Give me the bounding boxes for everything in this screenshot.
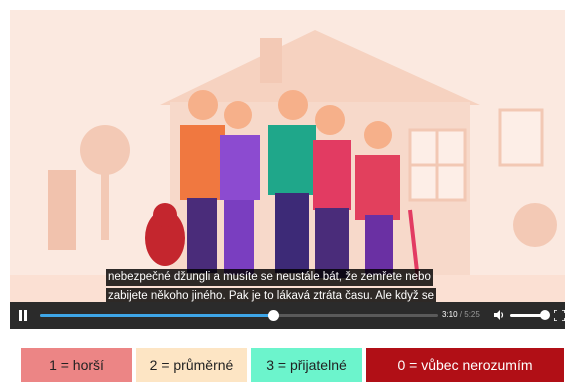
volume-handle[interactable] [540,310,550,320]
video-controls: 3:10 / 5:25 [10,302,565,329]
time-display: 3:10 / 5:25 [442,310,480,319]
volume-slider[interactable] [510,314,544,317]
progress-handle[interactable] [267,310,279,321]
progress-fill [40,314,273,317]
subtitles: nebezpečné džungli a musíte se neustále … [106,267,468,302]
rating-button-worse[interactable]: 1 = horší [21,348,132,382]
rating-button-average[interactable]: 2 = průměrné [136,348,247,382]
pause-icon[interactable] [18,310,28,321]
video-frame[interactable]: nebezpečné džungli a musíte se neustále … [10,10,565,302]
rating-button-acceptable[interactable]: 3 = přijatelné [251,348,362,382]
family-illustration [10,30,565,302]
progress-track[interactable] [40,310,438,321]
subtitle-line: nebezpečné džungli a musíte se neustále … [106,269,433,286]
volume-icon[interactable] [493,309,505,321]
subtitle-line: zabijete někoho jiného. Pak je to lákavá… [106,288,437,302]
fullscreen-icon[interactable] [554,310,565,321]
duration: 5:25 [464,310,480,319]
rating-button-not-understand[interactable]: 0 = vůbec nerozumím [366,348,564,382]
current-time: 3:10 [442,310,458,319]
